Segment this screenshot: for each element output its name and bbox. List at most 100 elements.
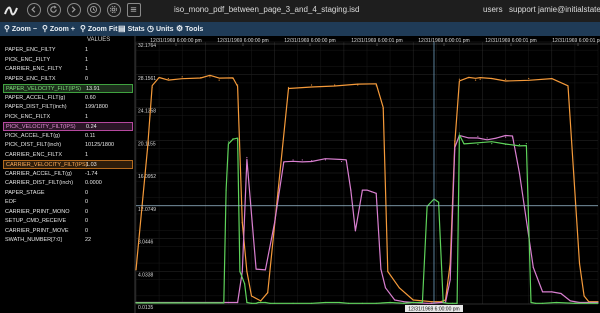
data-point [530,301,532,304]
value-row[interactable]: CARRIER_ENC_FILTX 1 [3,151,133,160]
data-point [223,302,225,304]
value-row[interactable]: PAPER_ENC_FILTX 0 [3,75,133,84]
data-point [283,161,285,163]
users-link[interactable]: users [483,5,503,14]
value-row[interactable]: CARRIER_ACCEL_FILT(g) -1.74 [3,170,133,179]
data-point [532,266,534,269]
data-point [412,299,414,301]
settings-button[interactable] [107,3,121,17]
menu-button[interactable] [127,3,141,17]
data-point [431,301,433,303]
tools-button[interactable]: ⚙ Tools [176,24,203,33]
data-point [310,302,313,304]
zoom-fit-button[interactable]: ⚲ Zoom Fit [80,24,117,33]
list-icon [130,7,137,12]
data-point [371,191,373,193]
data-point [324,301,327,304]
data-point [158,77,160,79]
value-row-value: 0 [85,208,89,215]
data-point [232,77,234,80]
data-point [569,300,571,302]
data-point [511,137,514,139]
value-row[interactable]: CARRIER_VELOCITY_FILT(IPS) 1.03 [3,160,133,169]
value-row-name: CARRIER_DIST_FILT(inch) [5,180,74,186]
value-row[interactable]: PAPER_DIST_FILT(inch) 199/1800 [3,103,133,112]
data-point [375,192,377,194]
value-row[interactable]: PICK_DIST_FILT(inch) 10125/1800 [3,141,133,150]
data-point [375,85,377,87]
data-point [227,301,229,304]
data-point [200,77,202,79]
initial-state-logo-icon[interactable] [3,3,19,19]
data-point [218,79,220,81]
y-tick-label: 8.0446 [138,240,154,246]
data-point [412,301,414,304]
data-point [255,268,257,270]
value-row[interactable]: PAPER_ENC_FILTY 1 [3,46,133,55]
data-point [479,78,481,80]
account-link[interactable]: jamie@initialstate.com [538,5,600,14]
value-row-value: 1 [85,151,89,158]
value-row[interactable]: PAPER_ACCEL_FILT(g) 0.60 [3,94,133,103]
data-point [357,84,359,86]
value-row-name: CARRIER_PRINT_MOVE [5,227,69,234]
stats-button[interactable]: ▤ Stats [118,24,145,33]
data-point [209,76,211,78]
y-tick-label: 12.0749 [138,207,156,213]
units-button[interactable]: ◷ Units [147,24,173,33]
value-row[interactable]: PAPER_STAGE 0 [3,189,133,198]
value-row-value: -1.74 [85,170,98,177]
data-point [403,301,405,303]
history-button[interactable] [87,3,101,17]
zoom-out-button[interactable]: ⚲ Zoom − [4,24,37,33]
value-row[interactable]: PICK_VELOCITY_FILT(IPS) 0.24 [3,122,133,131]
data-point [394,299,396,301]
data-point [310,84,313,86]
data-point [237,301,239,304]
value-row-value: 0.60 [85,94,96,101]
value-row-name: PAPER_ENC_FILTY [5,47,56,53]
value-row[interactable]: PICK_ACCEL_FILT(g) 0.11 [3,132,133,141]
y-tick-label: 4.0338 [138,272,154,278]
value-row[interactable]: PAPER_VELOCITY_FILT(IPS) 13.91 [3,84,133,93]
refresh-button[interactable] [47,3,61,17]
data-point [310,160,313,162]
support-link[interactable]: support [509,5,536,14]
chevron-right-icon [71,6,76,13]
value-row[interactable]: SWATH_NUMBER[7:0] 22 [3,236,133,245]
data-point [477,143,479,146]
value-row-name: PAPER_STAGE [5,189,45,196]
back-button[interactable] [27,3,41,17]
value-row[interactable]: CARRIER_PRINT_MOVE 0 [3,227,133,236]
forward-button[interactable] [67,3,81,17]
data-point [518,143,521,146]
data-point [440,301,442,304]
data-point [239,270,241,273]
data-point [167,77,169,80]
values-header: VALUES [87,37,111,43]
data-point [449,279,451,281]
data-point [338,301,340,304]
top-bar: iso_mono_pdf_between_page_3_and_4_stagin… [0,0,600,22]
data-point [225,189,227,191]
data-point [269,302,271,304]
data-point [525,143,527,145]
value-row[interactable]: SETUP_CMD_RECEIVE 0 [3,217,133,226]
value-row[interactable]: CARRIER_PRINT_MONO 0 [3,208,133,217]
cursor-label: 12/31/1969 6:00:00 pm [408,307,459,313]
data-point [505,143,507,146]
value-row[interactable]: CARRIER_DIST_FILT(inch) 0.0000 [3,179,133,188]
value-row[interactable]: EOF 0 [3,198,133,207]
gear-icon [109,5,118,14]
value-row[interactable]: PICK_ENC_FILTX 1 [3,113,133,122]
tools-label: Tools [185,26,204,33]
data-point [264,301,266,304]
data-point [181,76,183,78]
zoom-in-button[interactable]: ⚲ Zoom + [42,24,75,33]
value-row-name: SWATH_NUMBER[7:0] [5,237,62,243]
value-row[interactable]: CARRIER_ENC_FILTY 1 [3,65,133,74]
data-point [274,302,276,304]
data-point [340,160,343,163]
data-point [237,84,239,86]
value-row[interactable]: PICK_ENC_FILTY 1 [3,56,133,65]
